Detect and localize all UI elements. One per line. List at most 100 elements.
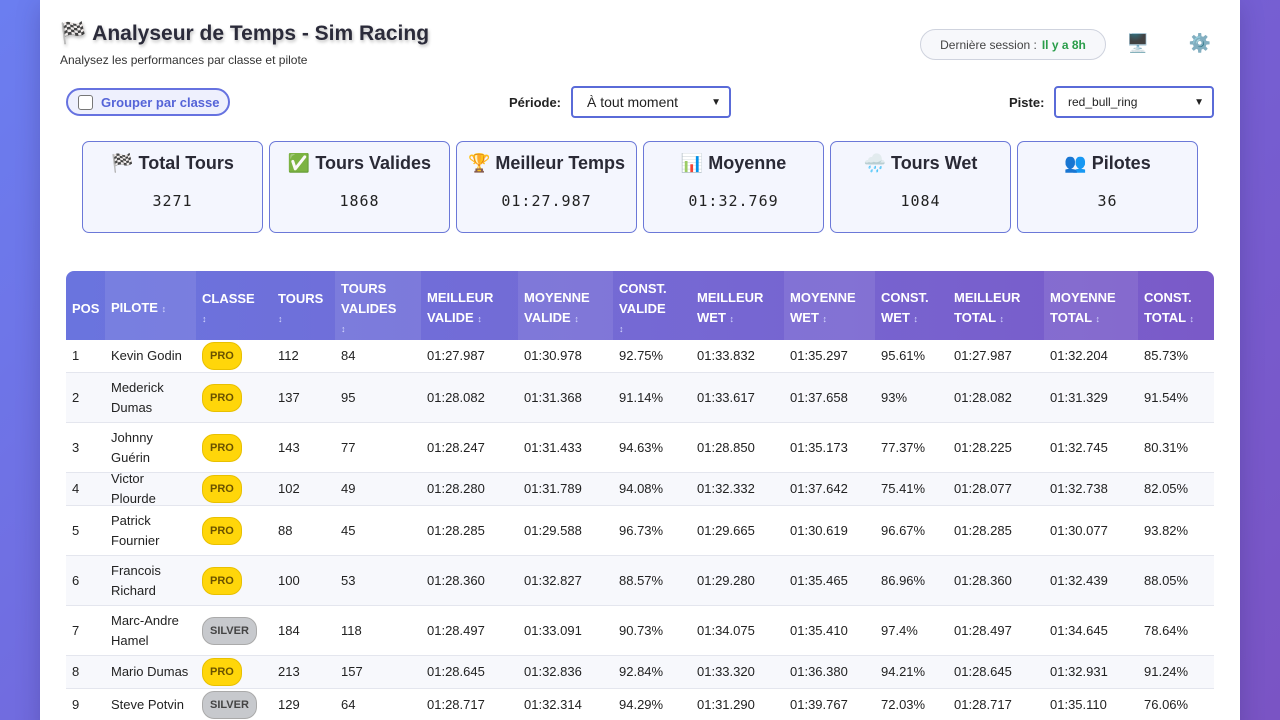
cell-moyv: 01:31.368 xyxy=(524,389,582,405)
driver-name-line: Francois xyxy=(111,562,161,578)
stat-icon: 🏆 xyxy=(467,153,491,173)
class-badge: SILVER xyxy=(202,691,257,719)
cell-pilote: Johnny Guérin xyxy=(105,428,196,468)
column-header-moyw[interactable]: MOYENNE WET ↕ xyxy=(784,271,875,340)
sort-icon[interactable]: ↕ xyxy=(162,304,167,314)
cell-moyw: 01:35.173 xyxy=(790,439,848,455)
stat-value: 3271 xyxy=(152,192,193,210)
sort-icon[interactable]: ↕ xyxy=(341,319,415,339)
cell-mw: 01:32.332 xyxy=(697,481,755,496)
table-row[interactable]: 1 Kevin Godin PRO 112 84 01:27.987 01:30.978 92… xyxy=(66,340,1214,373)
page-title-text: Analyseur de Temps - Sim Racing xyxy=(92,22,430,45)
table-row[interactable]: 3 Johnny Guérin PRO 143 77 01:28.247 01:31.433 9… xyxy=(66,423,1214,473)
group-by-class-checkbox[interactable] xyxy=(78,94,93,110)
column-header-pilote[interactable]: PILOTE ↕ xyxy=(105,271,196,340)
cell-moyt: 01:32.931 xyxy=(1050,664,1108,679)
column-header-cv[interactable]: CONST. VALIDE ↕ xyxy=(613,271,691,340)
cell-moyw: 01:39.767 xyxy=(790,697,848,712)
class-badge: PRO xyxy=(202,566,242,595)
settings-gear-icon[interactable]: ⚙️ xyxy=(1188,33,1212,54)
column-header-label-2: WET ↕ xyxy=(697,310,735,325)
cell-mv: 01:28.645 xyxy=(427,664,485,679)
column-header-label-2: VALIDE xyxy=(619,300,666,316)
cell-moyt: 01:34.645 xyxy=(1050,622,1108,638)
cell-classe: PRO xyxy=(196,658,272,686)
table-row[interactable]: 6 Francois Richard PRO 100 53 01:28.360 01:32.8… xyxy=(66,556,1214,606)
cell-mv: 01:28.280 xyxy=(427,481,485,496)
group-by-class-toggle[interactable]: Grouper par classe xyxy=(66,88,230,116)
table-row[interactable]: 7 Marc-Andre Hamel SILVER 184 118 01:28.497 01:… xyxy=(66,606,1214,656)
cell-valides: 45 xyxy=(341,522,356,538)
stat-card: 🏁 Total Tours 3271 xyxy=(82,141,263,233)
sort-icon[interactable]: ↕ xyxy=(823,314,828,324)
column-header-moyv[interactable]: MOYENNE VALIDE ↕ xyxy=(518,271,613,340)
column-header-valides[interactable]: TOURS VALIDES ↕ xyxy=(335,271,421,340)
driver-name-line: Kevin Godin xyxy=(111,348,182,363)
stat-icon: ✅ xyxy=(287,153,311,173)
cell-mv: 01:27.987 xyxy=(427,348,485,363)
table-header: POS PILOTE ↕ CLASSE ↕ TOURS ↕ TOURS VALIDES ↕ MEI… xyxy=(66,271,1214,340)
stat-label: 📊 Moyenne xyxy=(644,153,823,174)
track-select[interactable]: red_bull_ring ▼ xyxy=(1054,86,1214,118)
column-header-label-2: WET ↕ xyxy=(790,310,828,325)
column-header-label: PILOTE ↕ xyxy=(111,300,167,315)
table-row[interactable]: 9 Steve Potvin SILVER 129 64 01:28.717 01:32.3… xyxy=(66,689,1214,720)
period-label: Période: xyxy=(509,95,562,110)
driver-name-line: Victor Plourde xyxy=(111,471,156,506)
cell-mw: 01:33.320 xyxy=(697,664,755,679)
cell-cv: 91.14% xyxy=(619,389,664,405)
sort-icon[interactable]: ↕ xyxy=(1000,314,1005,324)
sort-icon[interactable]: ↕ xyxy=(619,319,685,339)
cell-tours: 102 xyxy=(278,481,300,496)
cell-valides: 157 xyxy=(341,664,363,679)
sort-icon[interactable]: ↕ xyxy=(202,309,266,329)
column-header-classe[interactable]: CLASSE ↕ xyxy=(196,271,272,340)
cell-ct: 76.06% xyxy=(1144,697,1189,712)
page-title: 🏁 Analyseur de Temps - Sim Racing xyxy=(60,22,429,46)
driver-name-line: Mario Dumas xyxy=(111,664,189,679)
table-row[interactable]: 4 Victor Plourde PRO 102 49 01:28.280 01:31.78… xyxy=(66,471,1214,506)
sort-icon[interactable]: ↕ xyxy=(477,314,482,324)
column-header-mt[interactable]: MEILLEUR TOTAL ↕ xyxy=(948,271,1044,340)
column-header-mv[interactable]: MEILLEUR VALIDE ↕ xyxy=(421,271,518,340)
cell-mw: 01:33.832 xyxy=(697,348,755,363)
track-select-value: red_bull_ring xyxy=(1068,95,1138,109)
sort-icon[interactable]: ↕ xyxy=(1190,314,1195,324)
sort-icon[interactable]: ↕ xyxy=(914,314,919,324)
driver-name-line: Hamel xyxy=(111,632,149,648)
cell-valides: 53 xyxy=(341,572,356,588)
class-badge: PRO xyxy=(202,475,242,503)
sort-icon[interactable]: ↕ xyxy=(574,314,579,324)
cell-pilote: Patrick Fournier xyxy=(105,511,196,551)
table-row[interactable]: 8 Mario Dumas PRO 213 157 01:28.645 01:32.836 9… xyxy=(66,656,1214,689)
sort-icon[interactable]: ↕ xyxy=(1096,314,1101,324)
cell-pilote: Marc-Andre Hamel xyxy=(105,611,196,651)
cell-cw: 72.03% xyxy=(881,697,926,712)
cell-valides: 49 xyxy=(341,481,356,496)
column-header-moyt[interactable]: MOYENNE TOTAL ↕ xyxy=(1044,271,1138,340)
column-header-tours[interactable]: TOURS ↕ xyxy=(272,271,335,340)
cell-cw: 97.4% xyxy=(881,622,918,638)
driver-name-line: Patrick xyxy=(111,512,151,528)
column-header-ct[interactable]: CONST. TOTAL ↕ xyxy=(1138,271,1214,340)
page-subtitle: Analysez les performances par classe et … xyxy=(60,53,308,67)
period-select[interactable]: À tout moment ▼ xyxy=(571,86,731,118)
table-row[interactable]: 5 Patrick Fournier PRO 88 45 01:28.285 01:29.58… xyxy=(66,506,1214,556)
column-header-label: CONST. xyxy=(619,280,667,296)
cell-pos: 9 xyxy=(72,697,80,712)
cell-classe: PRO xyxy=(196,475,272,503)
cell-moyv: 01:32.836 xyxy=(524,664,582,679)
cell-mw: 01:28.850 xyxy=(697,439,755,455)
column-header-mw[interactable]: MEILLEUR WET ↕ xyxy=(691,271,784,340)
cell-mt: 01:28.717 xyxy=(954,697,1012,712)
column-header-cw[interactable]: CONST. WET ↕ xyxy=(875,271,948,340)
results-table: POS PILOTE ↕ CLASSE ↕ TOURS ↕ TOURS VALIDES ↕ MEI… xyxy=(66,271,1214,720)
monitor-icon[interactable]: 🖥️ xyxy=(1126,33,1150,54)
cell-cw: 93% xyxy=(881,389,908,405)
table-row[interactable]: 2 Mederick Dumas PRO 137 95 01:28.082 01:31.368… xyxy=(66,373,1214,423)
cell-pilote: Mederick Dumas xyxy=(105,378,196,418)
driver-name-line: Steve Potvin xyxy=(111,697,184,712)
sort-icon[interactable]: ↕ xyxy=(730,314,735,324)
sort-icon[interactable]: ↕ xyxy=(278,309,329,329)
cell-moyw: 01:35.410 xyxy=(790,622,848,638)
